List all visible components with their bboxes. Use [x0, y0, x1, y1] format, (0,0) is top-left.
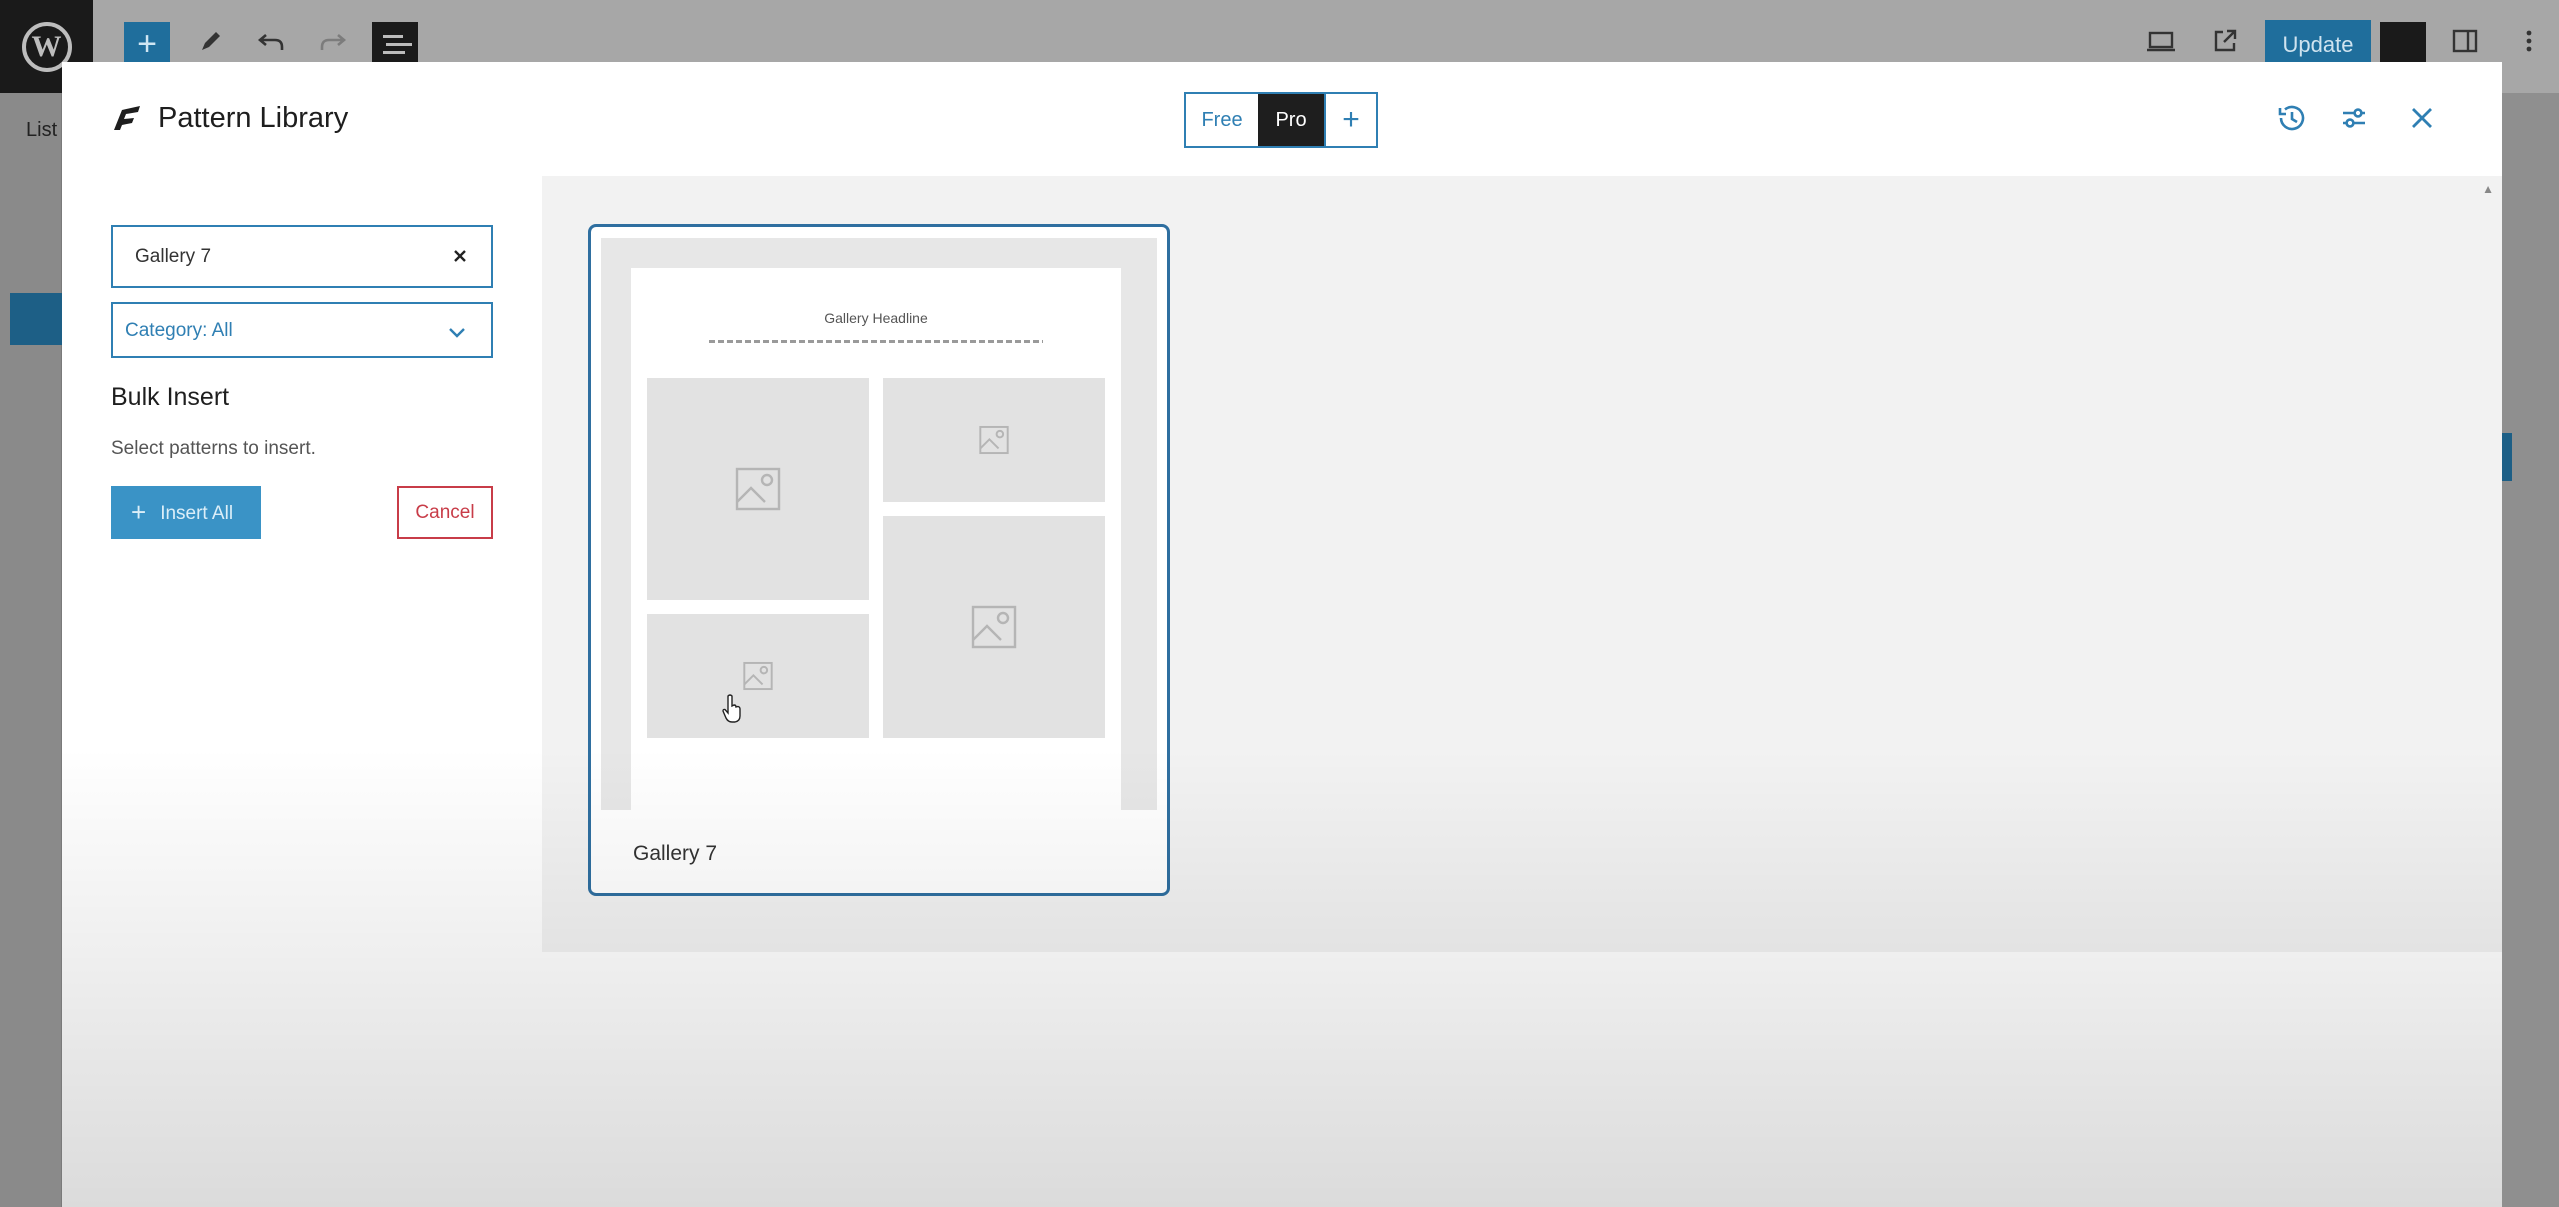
insert-all-button[interactable]: + Insert All	[111, 486, 261, 539]
pattern-preview: Gallery Headline	[601, 238, 1157, 810]
list-view-selected-item[interactable]	[10, 293, 62, 345]
image-placeholder-icon	[647, 614, 869, 738]
cancel-button[interactable]: Cancel	[397, 486, 493, 539]
modal-title: Pattern Library	[158, 102, 349, 134]
settings-sliders-icon[interactable]	[2334, 98, 2374, 138]
list-view-tab[interactable]: List	[26, 119, 57, 142]
history-icon[interactable]	[2272, 98, 2312, 138]
search-input[interactable]	[135, 241, 435, 273]
chevron-down-icon	[449, 328, 465, 338]
hand-cursor-icon	[722, 694, 741, 723]
list-view-panel: List	[0, 93, 62, 1207]
more-options-icon[interactable]	[2512, 24, 2546, 69]
image-placeholder-icon	[883, 516, 1105, 738]
category-select-label: Category: All	[125, 320, 233, 341]
clear-search-icon[interactable]	[445, 241, 475, 271]
pattern-preview-page: Gallery Headline	[631, 268, 1121, 810]
preview-subtext	[709, 340, 1043, 343]
tab-free[interactable]: Free	[1186, 94, 1258, 146]
image-placeholder-icon	[883, 378, 1105, 502]
library-tabs: Free Pro +	[1184, 92, 1378, 148]
pattern-library-modal: Pattern Library Free Pro + Category: All…	[62, 62, 2502, 1207]
pattern-library-logo-icon	[114, 106, 140, 130]
add-library-button[interactable]: +	[1324, 94, 1376, 146]
tab-pro[interactable]: Pro	[1258, 94, 1324, 146]
category-select[interactable]: Category: All	[111, 302, 493, 358]
pattern-card[interactable]: Gallery Headline Gallery 7	[588, 224, 1170, 896]
image-placeholder-icon	[647, 378, 869, 600]
pattern-name: Gallery 7	[633, 842, 718, 865]
plus-icon: +	[131, 497, 147, 527]
preview-headline: Gallery Headline	[824, 310, 928, 326]
insert-all-label: Insert All	[160, 503, 234, 524]
scroll-up-arrow-icon[interactable]: ▲	[2482, 182, 2494, 196]
pencil-tools-icon[interactable]	[196, 26, 226, 67]
pattern-grid: ▲ Gallery Headline Gallery 7	[542, 176, 2502, 952]
settings-panel	[2500, 93, 2559, 1207]
bulk-insert-description: Select patterns to insert.	[111, 438, 316, 459]
redo-icon[interactable]	[318, 26, 348, 67]
modal-header: Pattern Library Free Pro +	[62, 62, 2502, 176]
undo-icon[interactable]	[256, 26, 286, 67]
close-icon[interactable]	[2402, 98, 2442, 138]
bulk-insert-heading: Bulk Insert	[111, 383, 230, 411]
pattern-search-field[interactable]	[111, 225, 493, 288]
